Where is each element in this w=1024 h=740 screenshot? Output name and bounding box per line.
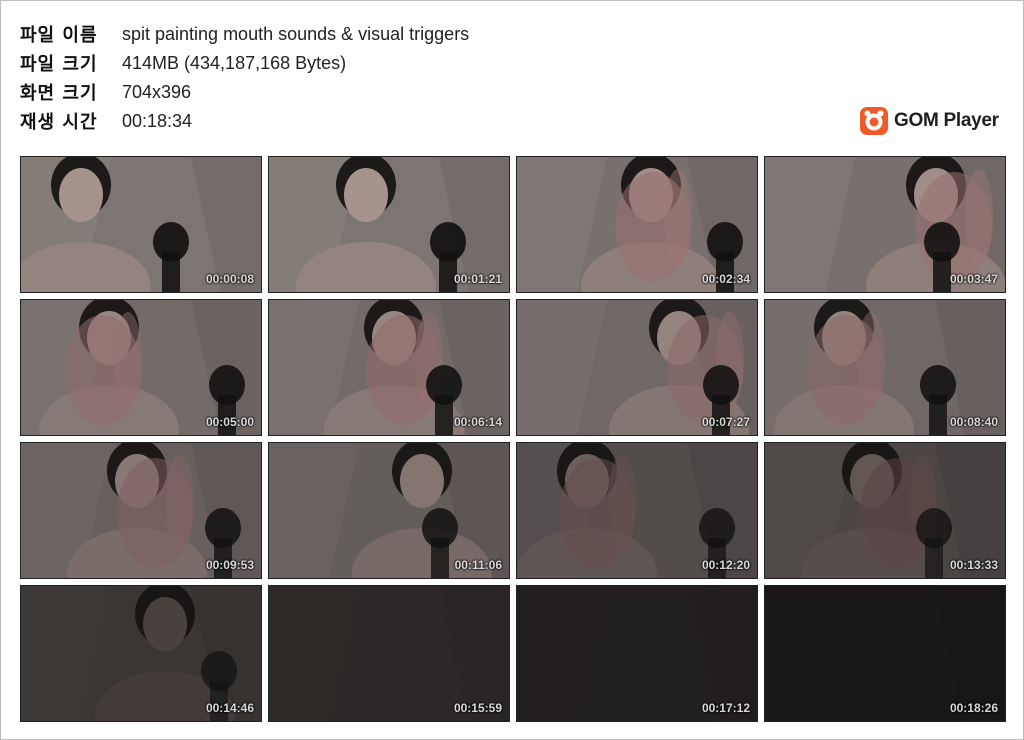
thumbnail-timestamp: 00:17:12 <box>701 701 750 715</box>
video-thumbnail[interactable]: 00:00:08 <box>20 156 262 293</box>
info-resolution-row: 화면 크기 704x396 <box>20 77 191 107</box>
video-thumbnail[interactable]: 00:12:20 <box>516 442 758 579</box>
video-thumbnail[interactable]: 00:05:00 <box>20 299 262 436</box>
video-thumbnail[interactable]: 00:08:40 <box>764 299 1006 436</box>
duration-value: 00:18:34 <box>122 110 193 131</box>
video-thumbnail[interactable]: 00:11:06 <box>268 442 510 579</box>
thumbnail-timestamp: 00:01:21 <box>453 272 502 286</box>
video-thumbnail[interactable]: 00:06:14 <box>268 299 510 436</box>
video-thumbnail[interactable]: 00:09:53 <box>20 442 262 579</box>
thumbnail-timestamp: 00:00:08 <box>205 272 254 286</box>
thumbnail-timestamp: 00:08:40 <box>949 415 998 429</box>
filesize-value: 414MB (434,187,168 Bytes) <box>122 52 347 73</box>
duration-label: 재생 시간 <box>20 112 98 133</box>
video-thumbnail[interactable]: 00:01:21 <box>268 156 510 293</box>
thumbnail-timestamp: 00:13:33 <box>949 558 998 572</box>
info-filesize-row: 파일 크기 414MB (434,187,168 Bytes) <box>20 48 346 78</box>
thumbnail-timestamp: 00:09:53 <box>205 558 254 572</box>
video-thumbnail[interactable]: 00:13:33 <box>764 442 1006 579</box>
gom-logo-text: GOM Player <box>894 110 999 131</box>
thumbnail-timestamp: 00:11:06 <box>454 558 502 572</box>
video-thumbnail[interactable]: 00:15:59 <box>268 585 510 722</box>
video-thumbnail[interactable]: 00:14:46 <box>20 585 262 722</box>
gom-logo-icon <box>860 107 888 135</box>
thumbnail-timestamp: 00:07:27 <box>701 415 750 429</box>
thumbnail-grid: 00:00:08 00:01:21 00:02:34 00:03:47 00:05:00… <box>20 156 1006 722</box>
filename-label: 파일 이름 <box>20 25 98 46</box>
thumbnail-timestamp: 00:15:59 <box>453 701 502 715</box>
info-filename-row: 파일 이름 spit painting mouth sounds & visua… <box>20 19 469 49</box>
thumbnail-timestamp: 00:06:14 <box>453 415 502 429</box>
info-duration-row: 재생 시간 00:18:34 <box>20 106 192 136</box>
thumbnail-timestamp: 00:03:47 <box>949 272 998 286</box>
video-thumbnail[interactable]: 00:17:12 <box>516 585 758 722</box>
resolution-value: 704x396 <box>122 81 192 102</box>
video-thumbnail[interactable]: 00:18:26 <box>764 585 1006 722</box>
filesize-label: 파일 크기 <box>20 54 98 75</box>
filename-value: spit painting mouth sounds & visual trig… <box>122 23 470 44</box>
gom-player-logo: GOM Player <box>860 107 999 135</box>
thumbnail-timestamp: 00:18:26 <box>949 701 998 715</box>
thumbnail-timestamp: 00:14:46 <box>205 701 254 715</box>
video-thumbnail[interactable]: 00:02:34 <box>516 156 758 293</box>
video-thumbnail[interactable]: 00:07:27 <box>516 299 758 436</box>
thumbnail-timestamp: 00:02:34 <box>701 272 750 286</box>
video-thumbnail[interactable]: 00:03:47 <box>764 156 1006 293</box>
thumbnail-timestamp: 00:05:00 <box>205 415 254 429</box>
resolution-label: 화면 크기 <box>20 83 98 104</box>
thumbnail-timestamp: 00:12:20 <box>701 558 750 572</box>
